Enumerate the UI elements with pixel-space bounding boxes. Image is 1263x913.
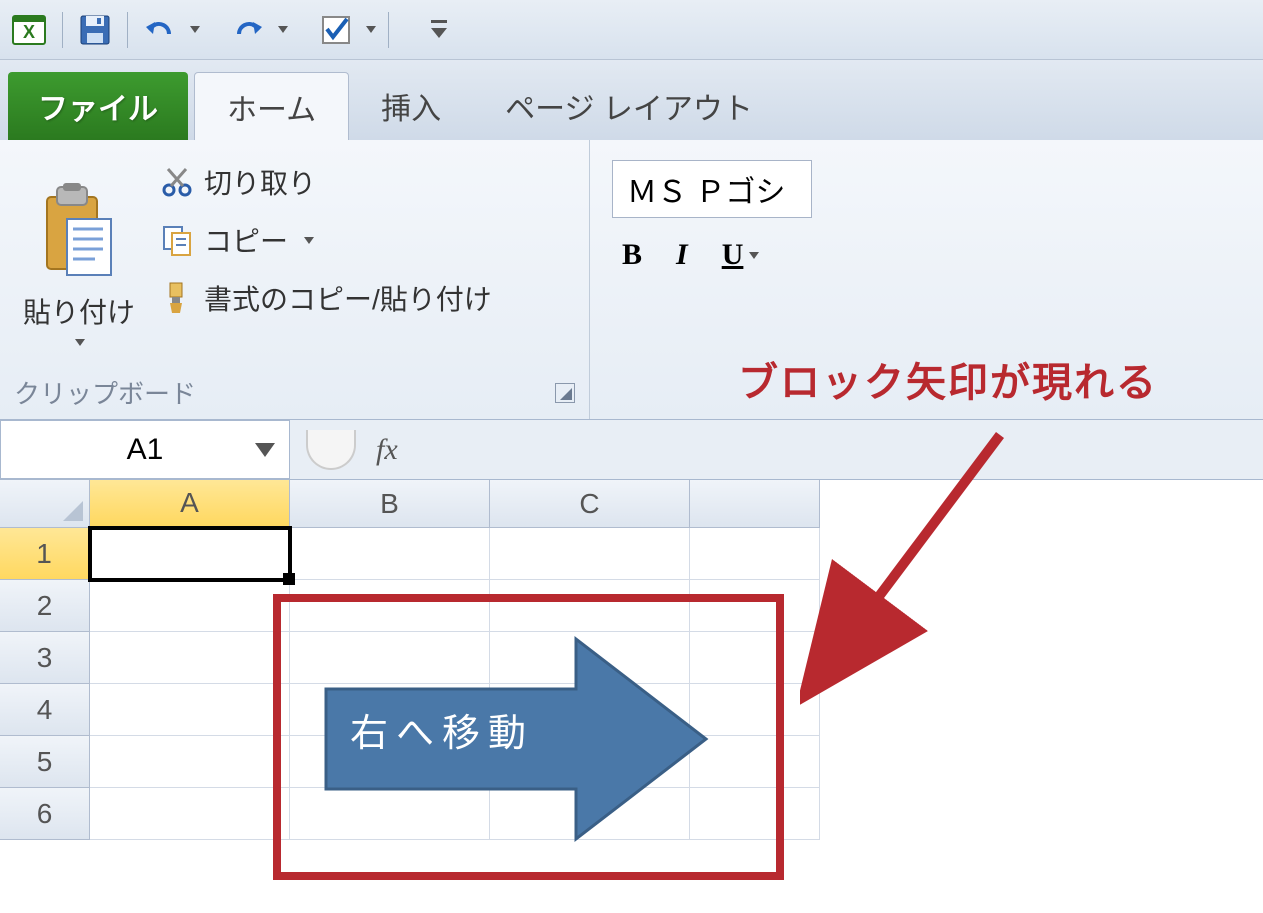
cell[interactable] — [690, 788, 820, 840]
cell-a1[interactable] — [90, 528, 290, 580]
col-header[interactable] — [690, 480, 820, 528]
cell[interactable] — [90, 684, 290, 736]
cell[interactable] — [490, 528, 690, 580]
cell[interactable] — [490, 632, 690, 684]
cell[interactable] — [90, 632, 290, 684]
cell[interactable] — [290, 788, 490, 840]
cell[interactable] — [290, 528, 490, 580]
row-header-5[interactable]: 5 — [0, 736, 90, 788]
format-painter-button[interactable]: 書式のコピー/貼り付け — [154, 276, 498, 320]
row-header-3[interactable]: 3 — [0, 632, 90, 684]
select-all-corner[interactable] — [0, 480, 90, 528]
row-header-6[interactable]: 6 — [0, 788, 90, 840]
paste-button[interactable]: 貼り付け — [14, 150, 144, 370]
tab-file[interactable]: ファイル — [8, 72, 188, 140]
row-header-1[interactable]: 1 — [0, 528, 90, 580]
undo-button[interactable] — [140, 10, 180, 50]
col-header-a[interactable]: A — [90, 480, 290, 528]
clipboard-group: 貼り付け 切り取り — [0, 140, 590, 419]
cell[interactable] — [690, 632, 820, 684]
cell[interactable] — [690, 580, 820, 632]
clipboard-dialog-launcher[interactable] — [555, 383, 575, 403]
col-header-c[interactable]: C — [490, 480, 690, 528]
quick-access-toolbar: X — [0, 0, 1263, 60]
col-header-b[interactable]: B — [290, 480, 490, 528]
copy-button[interactable]: コピー — [154, 218, 498, 262]
cell[interactable] — [290, 632, 490, 684]
dropdown-icon[interactable] — [366, 26, 376, 33]
copy-dropdown-icon[interactable] — [304, 237, 314, 244]
font-name-select[interactable]: ＭＳ Ｐゴシ — [612, 160, 812, 218]
copy-label: コピー — [204, 220, 288, 260]
separator — [62, 12, 63, 48]
annotation-caption: ブロック矢印が現れる — [738, 350, 1158, 408]
cut-button[interactable]: 切り取り — [154, 160, 498, 204]
bold-button[interactable]: B — [622, 238, 642, 272]
cell[interactable] — [490, 788, 690, 840]
undo-dropdown-icon[interactable] — [190, 26, 200, 33]
cut-label: 切り取り — [204, 162, 316, 202]
excel-logo-icon: X — [8, 9, 50, 51]
cell[interactable] — [490, 580, 690, 632]
name-box-value: A1 — [127, 433, 164, 467]
spreadsheet-grid: A B C 1 2 3 4 5 6 — [0, 480, 1263, 880]
fx-button[interactable]: fx — [376, 433, 398, 467]
redo-button[interactable] — [228, 10, 268, 50]
formula-paren-icon — [306, 430, 356, 470]
namebox-dropdown-icon[interactable] — [255, 443, 275, 457]
format-painter-label: 書式のコピー/貼り付け — [204, 278, 492, 318]
paste-label: 貼り付け — [23, 291, 135, 331]
scissors-icon — [160, 165, 194, 199]
tab-home[interactable]: ホーム — [194, 72, 349, 140]
tab-page-layout[interactable]: ページ レイアウト — [473, 72, 785, 140]
separator — [388, 12, 389, 48]
cell[interactable] — [90, 788, 290, 840]
redo-dropdown-icon[interactable] — [278, 26, 288, 33]
row-header-4[interactable]: 4 — [0, 684, 90, 736]
separator — [127, 12, 128, 48]
name-box[interactable]: A1 — [0, 420, 290, 479]
cell[interactable] — [690, 736, 820, 788]
save-button[interactable] — [75, 10, 115, 50]
paste-dropdown-icon[interactable] — [75, 339, 85, 346]
brush-icon — [160, 281, 194, 315]
customize-qat-icon[interactable] — [419, 10, 459, 50]
row-header-2[interactable]: 2 — [0, 580, 90, 632]
underline-dropdown-icon[interactable] — [749, 252, 759, 259]
cell[interactable] — [90, 580, 290, 632]
cell[interactable] — [490, 684, 690, 736]
cell[interactable] — [90, 736, 290, 788]
cell[interactable] — [290, 736, 490, 788]
cell[interactable] — [290, 580, 490, 632]
cell[interactable] — [290, 684, 490, 736]
italic-button[interactable]: I — [676, 238, 688, 272]
copy-icon — [160, 223, 194, 257]
underline-button[interactable]: U — [722, 238, 760, 272]
cell[interactable] — [690, 528, 820, 580]
svg-text:X: X — [23, 22, 35, 42]
cell[interactable] — [490, 736, 690, 788]
clipboard-group-label: クリップボード — [14, 374, 196, 411]
tab-insert[interactable]: 挿入 — [349, 72, 473, 140]
cell[interactable] — [690, 684, 820, 736]
checkbox-icon[interactable] — [316, 10, 356, 50]
ribbon-tabs: ファイル ホーム 挿入 ページ レイアウト — [0, 60, 1263, 140]
formula-bar: A1 fx — [0, 420, 1263, 480]
